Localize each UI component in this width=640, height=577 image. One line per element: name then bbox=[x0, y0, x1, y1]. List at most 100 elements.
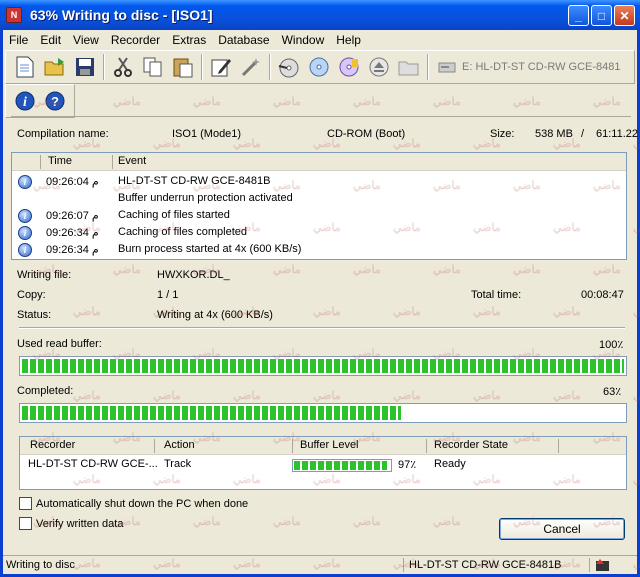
watermark-text: ماضي bbox=[313, 138, 341, 150]
watermark-text: ماضي bbox=[633, 222, 640, 234]
watermark-text: ماضي bbox=[153, 390, 181, 402]
watermark-text: ماضي bbox=[73, 390, 101, 402]
watermark-text: ماضي bbox=[233, 306, 261, 318]
watermark-text: ماضي bbox=[633, 306, 640, 318]
watermark-text: ماضي bbox=[633, 558, 640, 570]
watermark-text: ماضي bbox=[433, 516, 461, 528]
watermark-text: ماضي bbox=[593, 432, 621, 444]
watermark-text: ماضي bbox=[553, 390, 581, 402]
watermark-text: ماضي bbox=[233, 558, 261, 570]
watermark-text: ماضي bbox=[433, 348, 461, 360]
edit-icon[interactable] bbox=[208, 54, 234, 80]
watermark-text: ماضي bbox=[513, 432, 541, 444]
watermark-text: ماضي bbox=[593, 516, 621, 528]
svg-text:i: i bbox=[23, 95, 27, 110]
column-divider bbox=[40, 155, 41, 169]
log-event: Burn process started at 4x (600 KB/s) bbox=[118, 243, 302, 255]
column-divider bbox=[154, 439, 155, 453]
log-header-time[interactable]: Time bbox=[48, 155, 72, 167]
watermark-text: ماضي bbox=[393, 474, 421, 486]
copy-value: 1 / 1 bbox=[157, 289, 179, 301]
shutdown-label[interactable]: Automatically shut down the PC when done bbox=[36, 498, 248, 510]
watermark-text: ماضي bbox=[553, 222, 581, 234]
maximize-button[interactable]: □ bbox=[591, 5, 612, 26]
paste-icon[interactable] bbox=[170, 54, 196, 80]
watermark-text: ماضي bbox=[473, 138, 501, 150]
folder-icon[interactable] bbox=[396, 54, 422, 80]
log-event: Buffer underrun protection activated bbox=[118, 192, 293, 204]
watermark-text: ماضي bbox=[193, 432, 221, 444]
close-button[interactable]: ✕ bbox=[614, 5, 635, 26]
watermark-text: ماضي bbox=[73, 474, 101, 486]
menu-view[interactable]: View bbox=[67, 33, 105, 47]
log-row[interactable]: i 09:26:34 م Burn process started at 4x … bbox=[12, 242, 626, 259]
log-header: Time Event bbox=[12, 153, 626, 171]
info-icon: i bbox=[18, 175, 32, 189]
info-icon: i bbox=[18, 243, 32, 257]
header-action[interactable]: Action bbox=[164, 439, 195, 451]
disc-icon[interactable] bbox=[306, 54, 332, 80]
shutdown-checkbox[interactable] bbox=[19, 497, 32, 510]
header-buffer-level[interactable]: Buffer Level bbox=[300, 439, 359, 451]
minimize-button[interactable]: _ bbox=[568, 5, 589, 26]
menu-bar: File Edit View Recorder Extras Database … bbox=[3, 30, 637, 49]
new-document-icon[interactable] bbox=[12, 54, 38, 80]
watermark-text: ماضي bbox=[233, 390, 261, 402]
log-header-event[interactable]: Event bbox=[118, 155, 146, 167]
copy-label: Copy: bbox=[17, 289, 46, 301]
menu-file[interactable]: File bbox=[3, 33, 34, 47]
watermark-text: ماضي bbox=[33, 96, 61, 108]
menu-recorder[interactable]: Recorder bbox=[105, 33, 166, 47]
info-icon: i bbox=[18, 226, 32, 240]
watermark-text: ماضي bbox=[513, 264, 541, 276]
watermark-text: ماضي bbox=[393, 222, 421, 234]
watermark-text: ماضي bbox=[553, 306, 581, 318]
log-event: Caching of files completed bbox=[118, 226, 248, 238]
watermark-text: ماضي bbox=[193, 516, 221, 528]
watermark-text: ماضي bbox=[473, 390, 501, 402]
watermark-text: ماضي bbox=[393, 306, 421, 318]
watermark-text: ماضي bbox=[33, 180, 61, 192]
disc-info-icon[interactable] bbox=[336, 54, 362, 80]
completed-label: Completed: bbox=[17, 385, 74, 397]
watermark-text: ماضي bbox=[113, 348, 141, 360]
watermark-text: ماضي bbox=[193, 264, 221, 276]
cut-icon[interactable] bbox=[110, 54, 136, 80]
watermark-text: ماضي bbox=[513, 180, 541, 192]
title-bar[interactable]: N 63% Writing to disc - [ISO1] _ □ ✕ bbox=[0, 0, 640, 30]
watermark-text: ماضي bbox=[593, 96, 621, 108]
burn-icon[interactable] bbox=[276, 54, 302, 80]
event-log[interactable]: Time Event i 09:26:04 م HL-DT-ST CD-RW G… bbox=[11, 152, 627, 260]
verify-checkbox[interactable] bbox=[19, 517, 32, 530]
menu-window[interactable]: Window bbox=[276, 33, 331, 47]
watermark-text: ماضي bbox=[273, 180, 301, 192]
copy-icon[interactable] bbox=[140, 54, 166, 80]
menu-database[interactable]: Database bbox=[212, 33, 275, 47]
watermark-text: ماضي bbox=[553, 558, 581, 570]
wizard-icon[interactable] bbox=[238, 54, 264, 80]
watermark-text: ماضي bbox=[353, 180, 381, 192]
completed-percent: 63٪ bbox=[603, 386, 622, 398]
watermark-text: ماضي bbox=[593, 180, 621, 192]
menu-help[interactable]: Help bbox=[330, 33, 367, 47]
watermark-text: ماضي bbox=[353, 516, 381, 528]
watermark-text: ماضي bbox=[73, 222, 101, 234]
watermark-text: ماضي bbox=[393, 558, 421, 570]
watermark-text: ماضي bbox=[273, 432, 301, 444]
window-title: 63% Writing to disc - [ISO1] bbox=[30, 7, 213, 23]
watermark-text: ماضي bbox=[273, 516, 301, 528]
menu-edit[interactable]: Edit bbox=[34, 33, 67, 47]
watermark-text: ماضي bbox=[553, 474, 581, 486]
save-icon[interactable] bbox=[72, 54, 98, 80]
recorder-buffer-percent: 97٪ bbox=[398, 459, 417, 471]
open-folder-icon[interactable] bbox=[42, 54, 68, 80]
watermark-text: ماضي bbox=[433, 96, 461, 108]
drive-selector[interactable]: E: HL-DT-ST CD-RW GCE-8481 bbox=[438, 60, 621, 74]
watermark-text: ماضي bbox=[313, 306, 341, 318]
eject-icon[interactable] bbox=[366, 54, 392, 80]
app-icon: N bbox=[6, 7, 22, 23]
watermark-text: ماضي bbox=[273, 96, 301, 108]
menu-extras[interactable]: Extras bbox=[166, 33, 212, 47]
watermark-text: ماضي bbox=[553, 138, 581, 150]
log-row[interactable]: Buffer underrun protection activated bbox=[12, 191, 626, 208]
